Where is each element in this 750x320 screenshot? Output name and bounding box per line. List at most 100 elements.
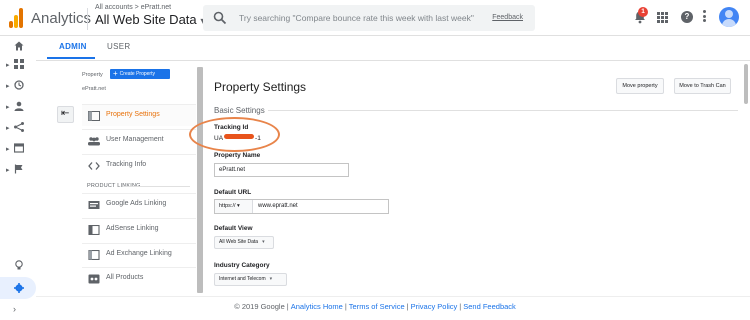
menu-item-adsense-linking[interactable]: AdSense Linking (82, 218, 196, 240)
left-nav-rail: ▸ ▸ ▸ ▸ ▸ ▸ (0, 36, 36, 320)
apps-grid-icon[interactable] (657, 12, 668, 23)
menu-item-label: Property Settings (106, 111, 160, 118)
expand-arrow-icon: ▸ (6, 146, 10, 153)
move-property-button[interactable]: Move property (616, 78, 664, 94)
code-icon (88, 162, 100, 170)
menu-item-label: Google Ads Linking (106, 200, 167, 207)
basic-settings-heading: Basic Settings (214, 106, 265, 115)
nav-behavior[interactable]: ▸ (6, 141, 30, 159)
default-view-select[interactable]: All Web Site Data ▾ (214, 236, 274, 249)
nav-realtime[interactable]: ▸ (6, 78, 30, 96)
nav-audience[interactable]: ▸ (6, 99, 30, 117)
account-view-label: All Web Site Data (95, 12, 197, 27)
nav-admin-active[interactable] (0, 277, 36, 299)
basic-settings-divider (268, 110, 738, 111)
back-arrow-icon: ⇤ (61, 108, 70, 119)
footer-link-terms[interactable]: Terms of Service (349, 302, 405, 311)
account-breadcrumb[interactable]: All accounts > ePratt.net (95, 4, 171, 11)
menu-item-label: AdSense Linking (106, 225, 159, 232)
industry-category-value: Internet and Telecom (219, 276, 266, 282)
dropdown-caret-icon: ▾ (269, 276, 273, 282)
nav-home[interactable] (6, 39, 30, 57)
search-placeholder: Try searching "Compare bounce rate this … (239, 13, 474, 23)
create-property-label: Create Property (119, 71, 155, 77)
feedback-link[interactable]: Feedback (492, 14, 523, 21)
search-icon (213, 11, 227, 25)
expand-arrow-icon: ▸ (6, 83, 10, 90)
menu-item-user-management[interactable]: User Management (82, 129, 196, 151)
home-icon (14, 41, 24, 51)
account-view-picker[interactable]: All Web Site Data▼ (95, 12, 208, 27)
footer-link-send-feedback[interactable]: Send Feedback (463, 302, 516, 311)
property-column-scrollbar[interactable] (197, 67, 203, 293)
default-view-value: All Web Site Data (219, 239, 259, 245)
nav-discover[interactable] (6, 258, 30, 276)
search-box[interactable]: Try searching "Compare bounce rate this … (203, 5, 535, 31)
behavior-icon (14, 143, 24, 153)
ads-icon (88, 201, 100, 209)
people-icon (88, 137, 100, 146)
create-property-button[interactable]: + Create Property (110, 69, 170, 79)
section-divider (124, 186, 190, 187)
expand-nav-chevron-icon[interactable]: › (13, 304, 16, 314)
analytics-logo-icon[interactable] (9, 8, 23, 28)
notification-badge: 1 (638, 7, 648, 17)
url-protocol-select[interactable]: https:// ▾ (215, 200, 253, 213)
main-scrollbar[interactable] (744, 64, 748, 104)
active-tab-indicator (47, 57, 95, 59)
dropdown-caret-icon: ▾ (262, 239, 265, 245)
all-products-icon (88, 274, 100, 284)
url-protocol-value: https:// (219, 203, 236, 209)
property-name-label: Property Name (214, 152, 261, 159)
industry-category-label: Industry Category (214, 262, 270, 269)
help-icon[interactable]: ? (681, 11, 693, 23)
default-view-label: Default View (214, 225, 253, 232)
tab-admin[interactable]: ADMIN (59, 42, 87, 51)
top-app-bar: Analytics All accounts > ePratt.net All … (0, 0, 750, 36)
menu-item-google-ads-linking[interactable]: Google Ads Linking (82, 193, 196, 215)
tab-user[interactable]: USER (107, 42, 130, 51)
nav-customization[interactable]: ▸ (6, 57, 30, 75)
highlight-circle (189, 117, 280, 152)
menu-item-label: User Management (106, 136, 164, 143)
admin-user-tabs: ADMIN USER (36, 36, 750, 60)
expand-arrow-icon: ▸ (6, 167, 10, 174)
back-button[interactable]: ⇤ (57, 106, 74, 123)
expand-arrow-icon: ▸ (6, 125, 10, 132)
menu-item-label: All Products (106, 274, 144, 281)
property-label: Property (82, 72, 103, 78)
menu-item-property-settings[interactable]: Property Settings (82, 104, 196, 126)
dropdown-caret-icon: ▾ (237, 203, 240, 209)
industry-category-select[interactable]: Internet and Telecom ▾ (214, 273, 287, 286)
default-url-input[interactable]: www.epratt.net (258, 200, 298, 213)
move-to-trash-button[interactable]: Move to Trash Can (674, 78, 731, 94)
menu-item-ad-exchange-linking[interactable]: Ad Exchange Linking (82, 243, 196, 265)
property-selector[interactable]: ePratt.net (82, 86, 106, 92)
nav-conversions[interactable]: ▸ (6, 162, 30, 180)
page-title: Property Settings (214, 80, 307, 94)
footer-link-privacy[interactable]: Privacy Policy (411, 302, 458, 311)
menu-item-label: Tracking Info (106, 161, 147, 168)
more-options-icon[interactable] (703, 10, 707, 24)
footer-link-analytics-home[interactable]: Analytics Home (291, 302, 343, 311)
default-url-field: https:// ▾ www.epratt.net (214, 199, 389, 214)
expand-arrow-icon: ▸ (6, 104, 10, 111)
adsense-icon (88, 225, 100, 235)
acquisition-icon (14, 122, 24, 132)
lightbulb-icon (15, 260, 23, 270)
person-icon (14, 101, 24, 111)
menu-item-tracking-info[interactable]: Tracking Info (82, 154, 196, 176)
clock-icon (14, 80, 24, 90)
copyright: © 2019 Google (234, 302, 285, 311)
footer: © 2019 Google | Analytics Home | Terms of Se… (234, 302, 516, 311)
property-name-input[interactable]: ePratt.net (214, 163, 349, 177)
expand-arrow-icon: ▸ (6, 62, 10, 69)
app-name: Analytics (31, 10, 92, 27)
header-divider (87, 8, 88, 30)
plus-icon: + (113, 69, 118, 78)
settings-page-icon (88, 111, 100, 121)
avatar[interactable] (719, 7, 739, 27)
footer-divider (36, 296, 750, 297)
menu-item-all-products[interactable]: All Products (82, 267, 196, 289)
nav-acquisition[interactable]: ▸ (6, 120, 30, 138)
